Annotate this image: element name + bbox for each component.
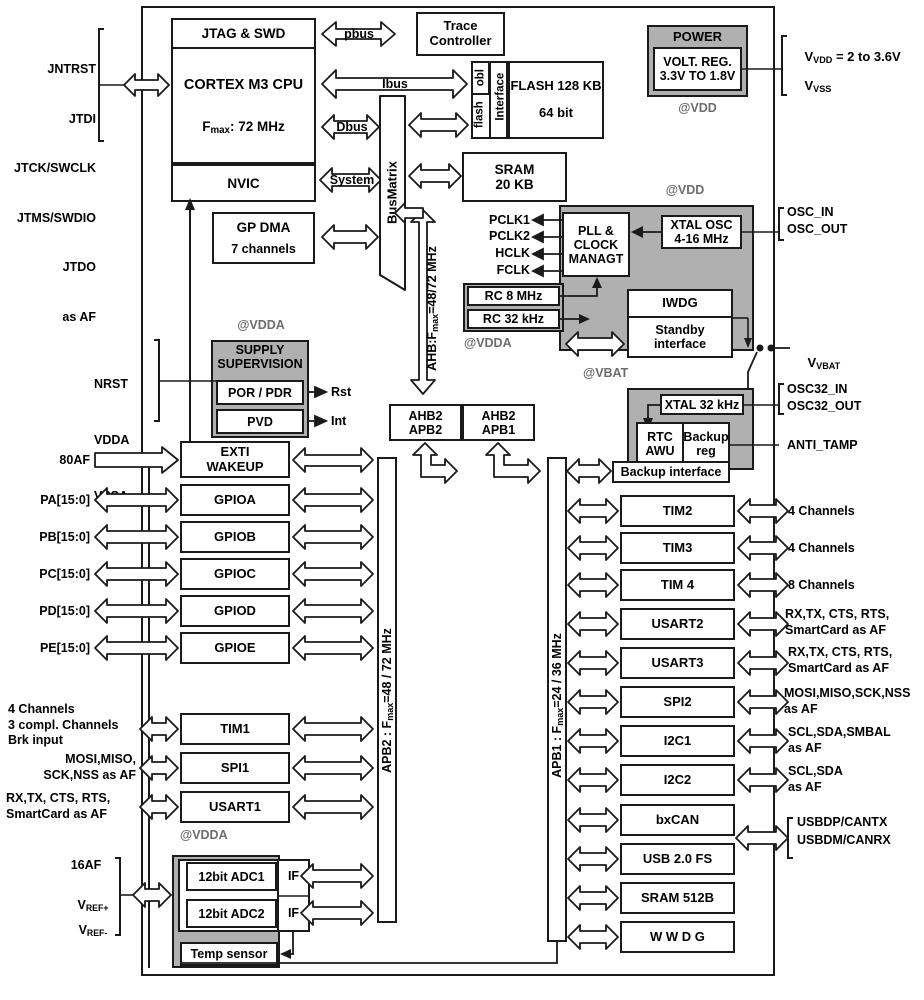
block-diagram-canvas: JTAG & SWD CORTEX M3 CPU Fmax: 72 MHz NV… xyxy=(0,0,924,1000)
apb1-bus-arrows xyxy=(180,458,793,964)
usbdm-canrx-label: USBDM/CANRX xyxy=(797,833,891,847)
usbdp-cantx-label: USBDP/CANTX xyxy=(797,815,888,829)
